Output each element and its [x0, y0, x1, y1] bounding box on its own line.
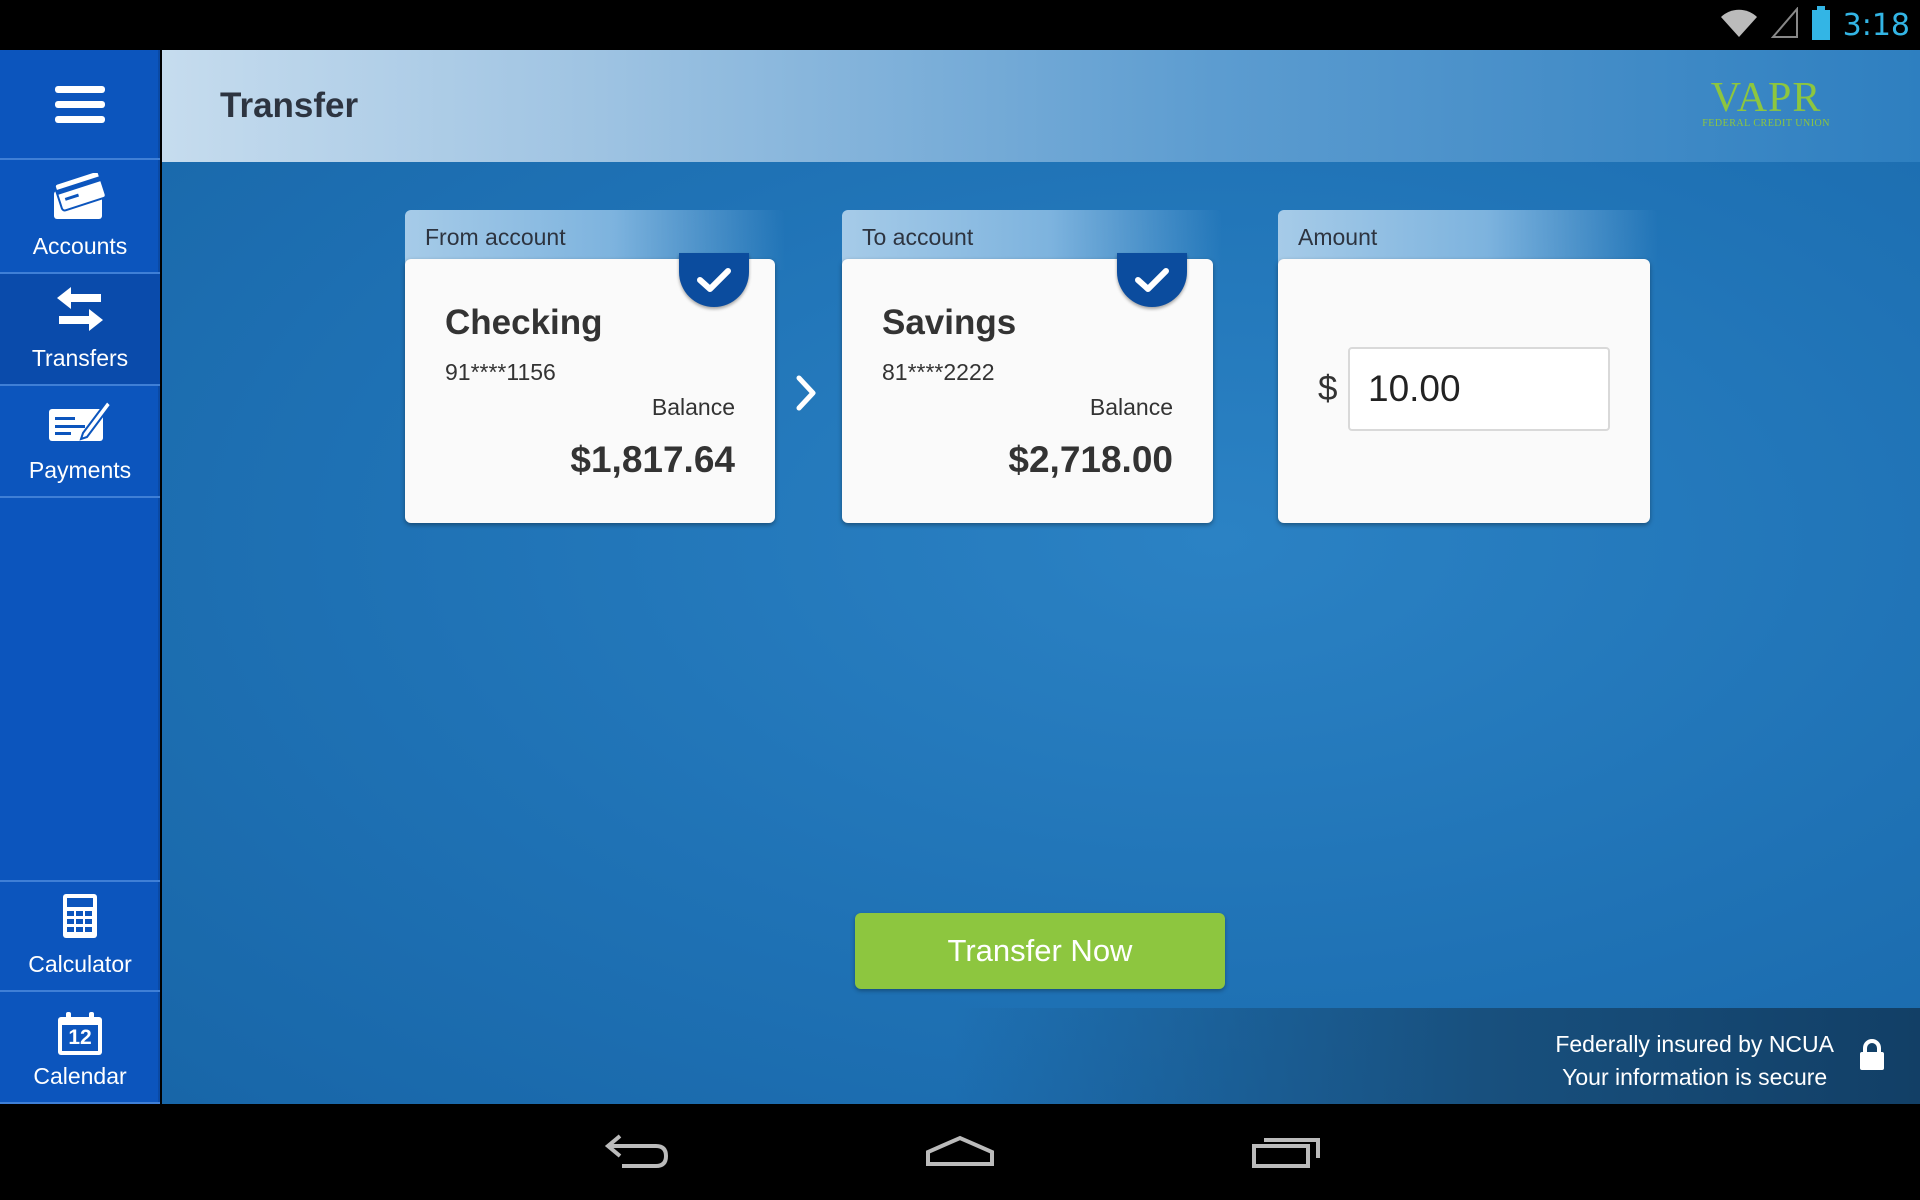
sidebar-item-label: Accounts	[32, 233, 128, 259]
currency-symbol: $	[1318, 369, 1338, 408]
secure-notice: Your information is secure	[1562, 1064, 1828, 1090]
selected-check-icon	[1117, 253, 1187, 307]
to-account-card[interactable]: Savings 81****2222 Balance $2,718.00	[842, 253, 1213, 523]
amount-card: $	[1278, 259, 1650, 523]
account-name: Checking	[445, 303, 603, 342]
menu-button[interactable]	[0, 50, 160, 160]
main-content: From account Checking 91****1156 Balance…	[162, 162, 1920, 1104]
credit-card-icon	[50, 170, 110, 227]
account-name: Savings	[882, 303, 1017, 342]
sidebar-item-accounts[interactable]: Accounts	[0, 162, 160, 274]
balance-value: $1,817.64	[570, 439, 735, 480]
system-nav-bar	[0, 1104, 1920, 1200]
from-account-label: From account	[425, 224, 566, 250]
status-icons: 3:18	[1719, 0, 1910, 50]
balance-label: Balance	[651, 394, 735, 420]
sidebar-item-calendar[interactable]: 12 Calendar	[0, 992, 160, 1104]
selected-check-icon	[679, 253, 749, 307]
from-account-card[interactable]: Checking 91****1156 Balance $1,817.64	[405, 253, 775, 523]
wifi-icon	[1719, 7, 1759, 44]
security-footer: Federally insured by NCUA Your informati…	[162, 1008, 1920, 1104]
amount-input[interactable]	[1348, 347, 1610, 431]
lock-icon	[1858, 1038, 1886, 1077]
sidebar-item-payments[interactable]: Payments	[0, 386, 160, 498]
sidebar: Accounts Transfers Payments Calculator 1…	[0, 50, 160, 1104]
balance-label: Balance	[1089, 394, 1173, 420]
sidebar-item-calculator[interactable]: Calculator	[0, 880, 160, 992]
sidebar-item-label: Payments	[28, 457, 132, 483]
clock: 3:18	[1842, 7, 1910, 43]
sidebar-item-label: Calculator	[28, 951, 132, 977]
check-pen-icon	[47, 395, 113, 451]
header: Transfer VAPR FEDERAL CREDIT UNION	[162, 50, 1920, 162]
brand-logo: VAPR FEDERAL CREDIT UNION	[1702, 75, 1830, 129]
back-icon[interactable]	[600, 1124, 672, 1185]
transfer-now-button[interactable]: Transfer Now	[855, 913, 1225, 989]
sidebar-item-label: Transfers	[31, 345, 129, 371]
hamburger-icon	[55, 78, 105, 131]
account-number: 81****2222	[882, 359, 995, 385]
recent-apps-icon[interactable]	[1248, 1124, 1324, 1185]
calendar-day: 12	[68, 1026, 92, 1049]
status-bar: 3:18	[0, 0, 1920, 50]
cell-signal-icon	[1770, 5, 1799, 44]
calculator-icon	[62, 893, 98, 945]
sidebar-item-label: Calendar	[33, 1063, 127, 1089]
logo-main: VAPR	[1710, 75, 1822, 121]
balance-value: $2,718.00	[1008, 439, 1173, 480]
logo-sub: FEDERAL CREDIT UNION	[1702, 118, 1830, 129]
to-account-label: To account	[862, 224, 974, 250]
home-icon[interactable]	[922, 1124, 998, 1185]
transfer-arrows-icon	[55, 285, 105, 339]
security-notice: Federally insured by NCUA Your informati…	[1555, 1028, 1834, 1094]
calendar-icon: 12	[56, 1011, 104, 1057]
chevron-right-icon	[794, 374, 818, 417]
ncua-notice: Federally insured by NCUA	[1555, 1031, 1834, 1057]
amount-label: Amount	[1298, 224, 1378, 250]
page-title: Transfer	[220, 86, 359, 125]
sidebar-item-transfers[interactable]: Transfers	[0, 274, 160, 386]
account-number: 91****1156	[445, 359, 556, 385]
battery-icon	[1811, 5, 1831, 45]
